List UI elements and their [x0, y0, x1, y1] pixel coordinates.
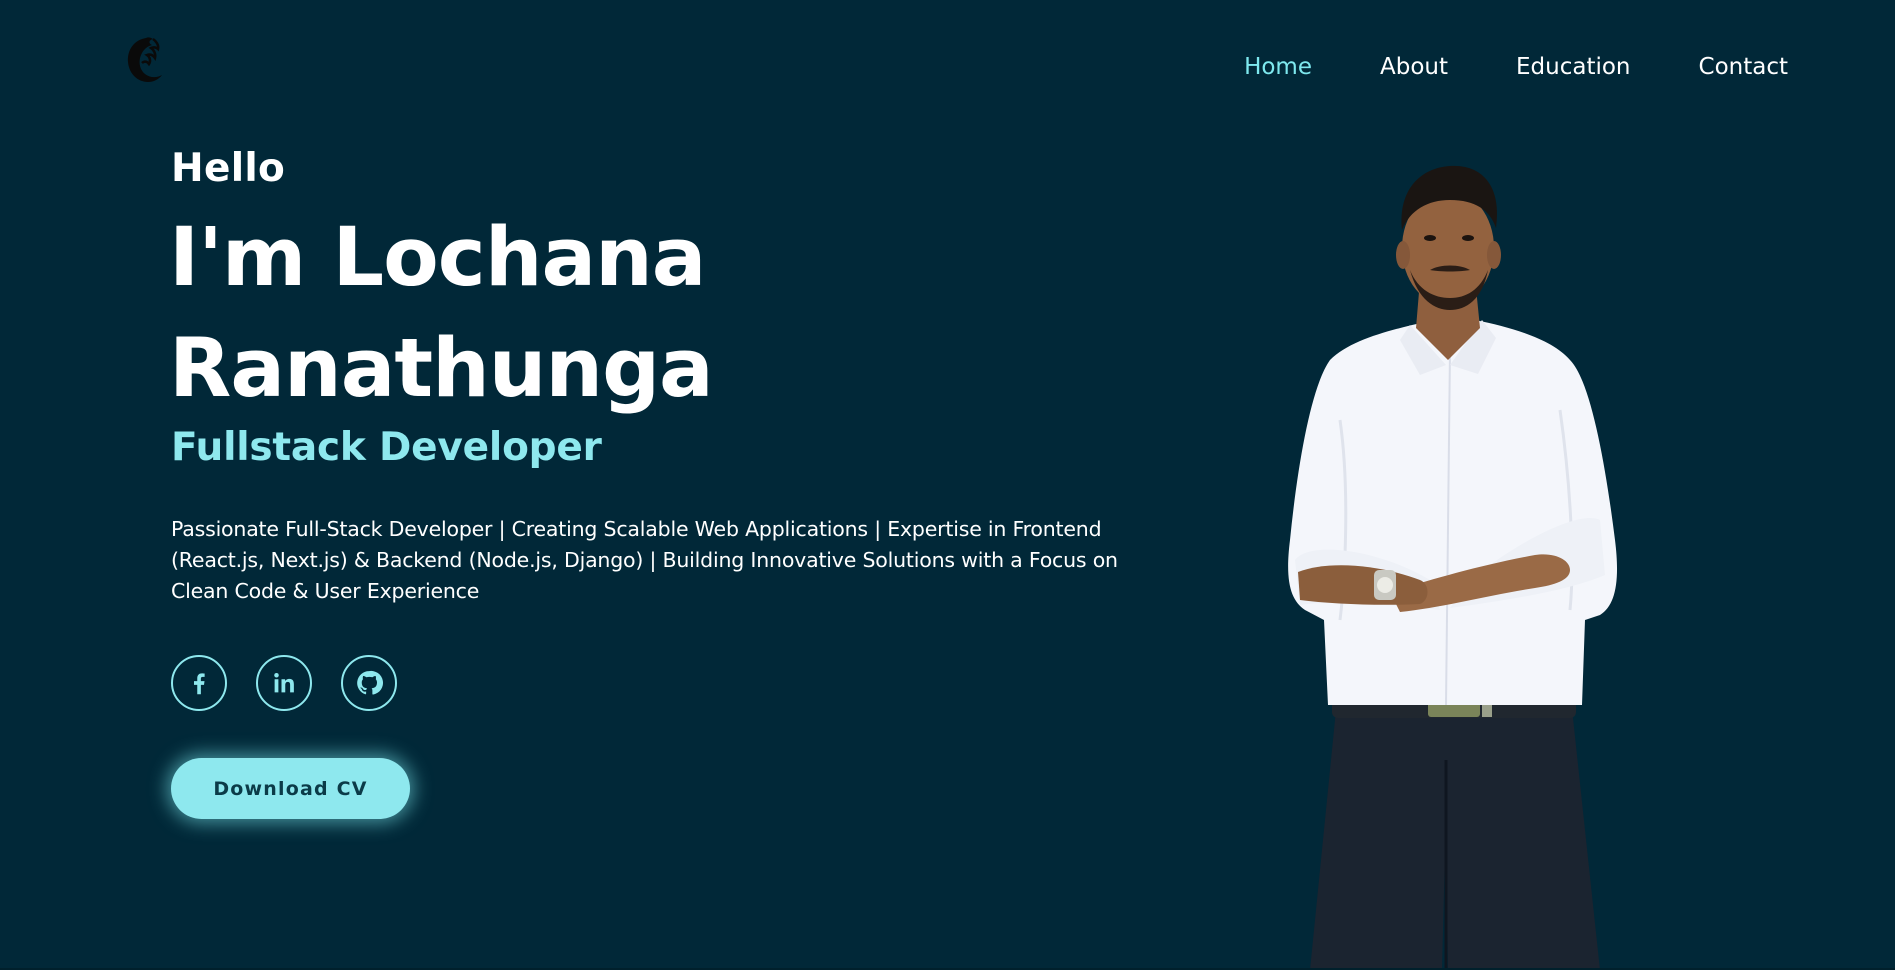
role-title: Fullstack Developer	[171, 425, 602, 470]
greeting-text: Hello	[171, 146, 286, 191]
portfolio-page: Home About Education Contact Hello I'm L…	[0, 0, 1895, 970]
profile-photo	[1270, 160, 1630, 970]
nav-contact[interactable]: Contact	[1699, 52, 1788, 82]
nav-education[interactable]: Education	[1516, 52, 1631, 82]
nav-about[interactable]: About	[1380, 52, 1448, 82]
hero-name: I'm Lochana Ranathunga	[169, 203, 929, 425]
facebook-link[interactable]	[171, 655, 227, 711]
hero-name-line2: Ranathunga	[169, 322, 714, 416]
social-links	[171, 655, 426, 711]
facebook-icon	[194, 673, 205, 695]
logo-icon[interactable]	[120, 32, 172, 88]
nav-home[interactable]: Home	[1244, 52, 1312, 82]
linkedin-icon	[274, 673, 294, 693]
hero-description: Passionate Full-Stack Developer | Creati…	[171, 517, 1118, 603]
download-cv-button[interactable]: Download CV	[171, 758, 410, 819]
github-icon	[357, 670, 384, 695]
hero-name-line1: I'm Lochana	[169, 211, 706, 305]
main-nav: Home About Education Contact	[1244, 52, 1788, 82]
linkedin-link[interactable]	[256, 655, 312, 711]
github-link[interactable]	[341, 655, 397, 711]
